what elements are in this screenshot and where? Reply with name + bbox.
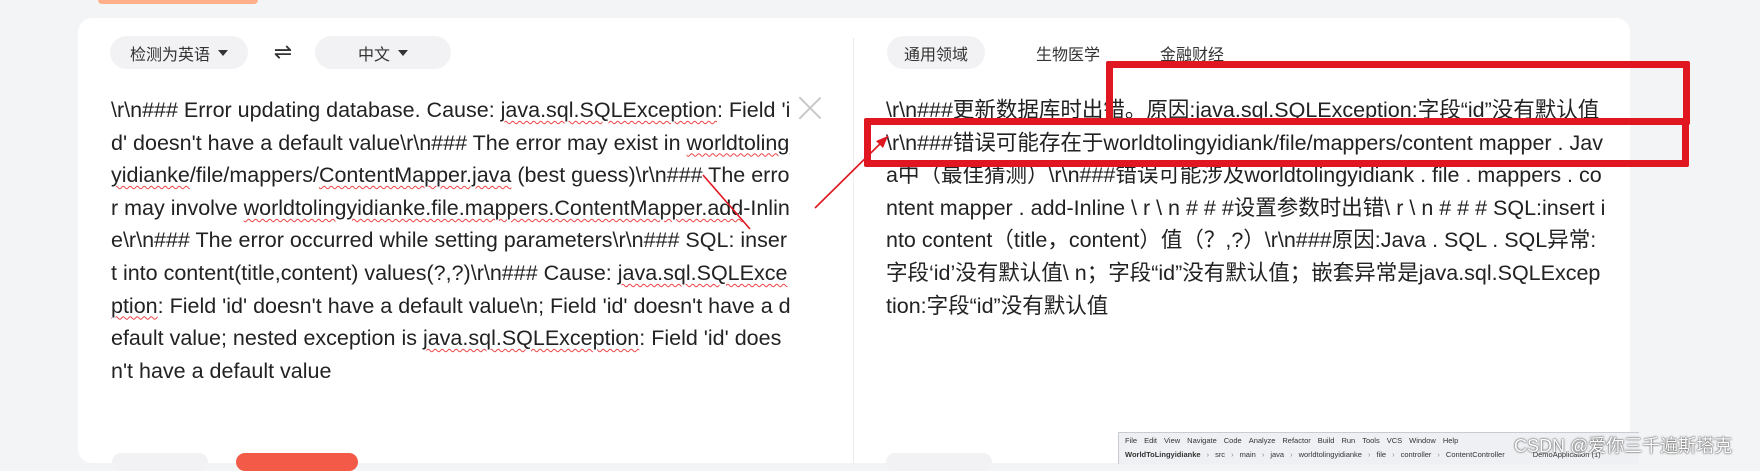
breadcrumb-separator: ›: [1290, 450, 1293, 459]
ide-menu-item[interactable]: Help: [1443, 436, 1458, 445]
source-language-select[interactable]: 检测为英语: [110, 36, 248, 69]
target-voice-button[interactable]: [886, 453, 992, 471]
ide-menu-item[interactable]: Code: [1224, 436, 1242, 445]
ide-menu-item[interactable]: Window: [1409, 436, 1436, 445]
source-text-area[interactable]: \r\n### Error updating database. Cause: …: [111, 94, 791, 387]
ide-menu-item[interactable]: Refactor: [1282, 436, 1310, 445]
domain-tab-biomedical[interactable]: 生物医学: [1020, 36, 1116, 69]
breadcrumb-separator: ›: [1231, 450, 1234, 459]
target-language-label: 中文: [357, 46, 390, 64]
top-tab-accent: [98, 0, 258, 4]
breadcrumb-separator: ›: [1392, 450, 1395, 459]
panel-divider: [853, 38, 854, 463]
ide-breadcrumb-item[interactable]: ContentController: [1446, 450, 1505, 459]
ide-menu-item[interactable]: Tools: [1362, 436, 1380, 445]
ide-menu-item[interactable]: View: [1164, 436, 1180, 445]
misspelled-word: ContentMapper.java: [318, 163, 512, 188]
ide-menu-bar: File Edit View Navigate Code Analyze Refactor B…: [1125, 436, 1458, 445]
ide-menu-item[interactable]: Edit: [1144, 436, 1157, 445]
breadcrumb-separator: ›: [1437, 450, 1440, 459]
misspelled-word: java.sql.SQLException: [500, 98, 717, 122]
source-voice-button[interactable]: [112, 453, 208, 471]
chevron-down-icon: [398, 49, 408, 56]
misspelled-word: java.sql.SQLException: [422, 326, 640, 351]
ide-project-name[interactable]: WorldToLingyidianke: [1125, 450, 1201, 459]
ide-menu-item[interactable]: Build: [1318, 436, 1335, 445]
chevron-down-icon: [218, 49, 228, 56]
breadcrumb-separator: ›: [1206, 450, 1210, 459]
swap-languages-icon[interactable]: ⇌: [270, 38, 296, 66]
ide-breadcrumb-item[interactable]: main: [1240, 450, 1256, 459]
ide-menu-item[interactable]: Analyze: [1249, 436, 1276, 445]
ide-menu-item[interactable]: File: [1125, 436, 1137, 445]
ide-breadcrumb-item[interactable]: controller: [1401, 450, 1432, 459]
breadcrumb-separator: ›: [1367, 450, 1371, 459]
translate-action-button[interactable]: [236, 453, 358, 471]
source-language-label: 检测为英语: [129, 46, 210, 64]
ide-breadcrumb-item[interactable]: file: [1376, 450, 1386, 459]
clear-text-icon[interactable]: [797, 95, 823, 121]
ide-menu-item[interactable]: Run: [1341, 436, 1355, 445]
ide-breadcrumb-item[interactable]: worldtolingyidianke: [1299, 450, 1362, 459]
misspelled-word: worldtolingyidianke.file.mappers.Content…: [243, 195, 744, 220]
annotation-box: [1106, 61, 1690, 125]
ide-breadcrumb-item[interactable]: java: [1270, 450, 1284, 459]
misspelled-word: java.sql.SQLException: [111, 260, 788, 318]
domain-tab-general[interactable]: 通用领域: [887, 36, 985, 69]
ide-breadcrumb-item[interactable]: src: [1215, 450, 1225, 459]
annotation-box: [864, 118, 1689, 167]
breadcrumb-separator: ›: [1261, 450, 1265, 459]
ide-menu-item[interactable]: VCS: [1387, 436, 1402, 445]
ide-menu-item[interactable]: Navigate: [1187, 436, 1217, 445]
target-language-select[interactable]: 中文: [315, 36, 451, 69]
csdn-watermark: CSDN @爱你三千遍斯塔克: [1514, 436, 1733, 456]
